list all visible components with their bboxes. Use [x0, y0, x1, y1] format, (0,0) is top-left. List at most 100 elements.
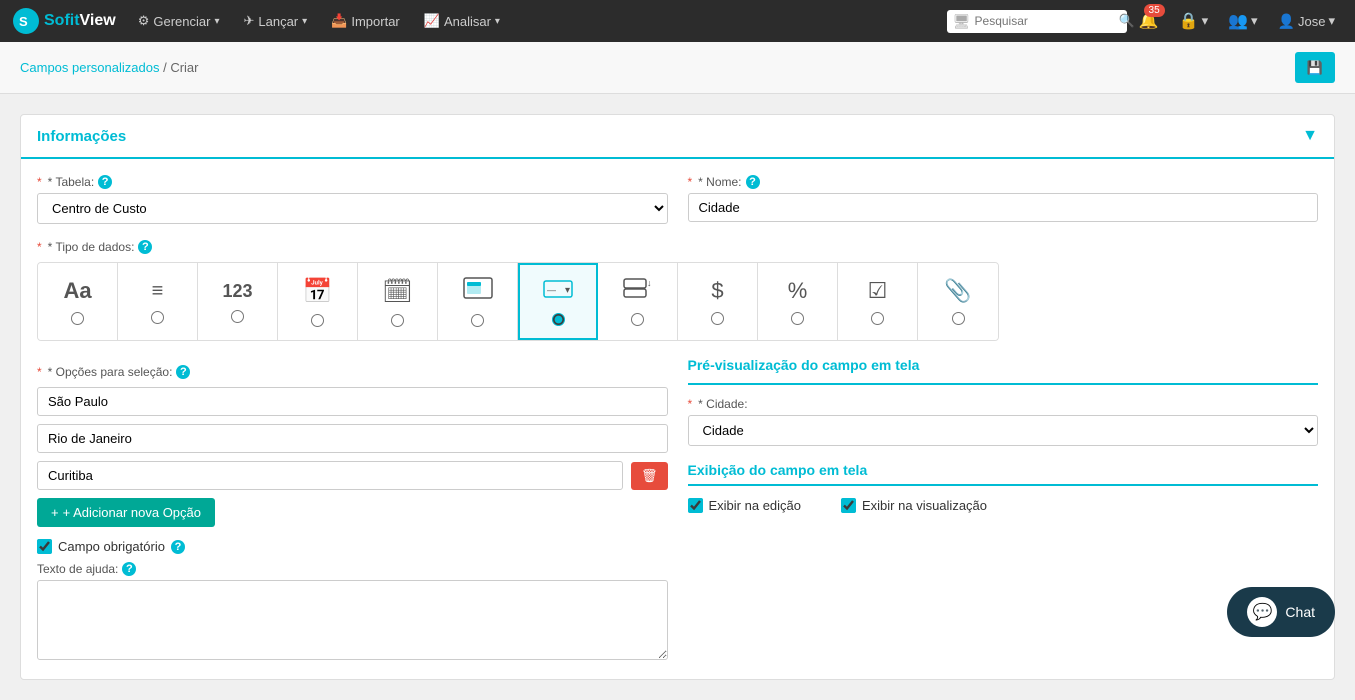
type-item-number[interactable]: 123	[198, 263, 278, 340]
preview-field-label: * * Cidade:	[688, 397, 1319, 411]
tabela-label: * * Tabela: ?	[37, 175, 668, 189]
right-col: Pré-visualização do campo em tela * * Ci…	[688, 357, 1319, 663]
type-item-date[interactable]: 📅	[278, 263, 358, 340]
type-radio-tablesel[interactable]	[471, 314, 484, 327]
options-section: * * Opções para seleção: ?	[37, 365, 668, 527]
breadcrumb-bar: Campos personalizados / Criar 💾	[0, 42, 1355, 94]
preview-section: Pré-visualização do campo em tela	[688, 357, 1319, 385]
navbar: S SofitView ⚙ Gerenciar ▾ ✈ Lançar ▾ 📥 I…	[0, 0, 1355, 42]
svg-text:—: —	[547, 285, 556, 295]
type-item-checkbox[interactable]: ☑	[838, 263, 918, 340]
lock-icon: 🔒	[1179, 11, 1199, 31]
type-item-select[interactable]: —▾	[518, 263, 598, 340]
chat-circle: 💬	[1247, 597, 1277, 627]
add-option-button[interactable]: + + Adicionar nova Opção	[37, 498, 215, 527]
delete-icon: 🗑	[641, 468, 658, 483]
type-item-table-select[interactable]	[438, 263, 518, 340]
texto-ajuda-input[interactable]	[37, 580, 668, 660]
chat-button[interactable]: 💬 Chat	[1227, 587, 1335, 637]
chart-icon: 📈	[424, 13, 440, 29]
type-multisel-icon: ↓	[623, 277, 653, 305]
type-radio-select[interactable]	[552, 313, 565, 326]
nome-help-icon[interactable]: ?	[746, 175, 760, 189]
tabela-help-icon[interactable]: ?	[98, 175, 112, 189]
campo-obrig-help-icon[interactable]: ?	[171, 540, 185, 554]
breadcrumb-parent-link[interactable]: Campos personalizados	[20, 60, 159, 75]
type-radio-longtext[interactable]	[151, 311, 164, 324]
type-item-datetime[interactable]: 🗓	[358, 263, 438, 340]
monitor-icon: 🖥	[953, 13, 971, 30]
delete-option-btn[interactable]: 🗑	[631, 462, 668, 490]
type-item-currency[interactable]: $	[678, 263, 758, 340]
nome-input[interactable]	[688, 193, 1319, 222]
svg-text:S: S	[19, 14, 28, 29]
preview-cidade-select[interactable]: Cidade São Paulo Rio de Janeiro Curitiba	[688, 415, 1319, 446]
card-header: Informações ▼	[21, 115, 1334, 159]
chevron-down-icon-3: ▾	[495, 16, 500, 27]
tabela-select[interactable]: Centro de Custo Clientes Fornecedores	[37, 193, 668, 224]
search-box: 🖥 🔍	[947, 10, 1127, 33]
users-btn[interactable]: 👥 ▾	[1220, 0, 1265, 42]
type-radio-text[interactable]	[71, 312, 84, 325]
type-radio-multisel[interactable]	[631, 313, 644, 326]
type-datetime-icon: 🗓	[382, 277, 412, 306]
brand-logo-area: S SofitView	[12, 7, 116, 35]
nav-item-gerenciar[interactable]: ⚙ Gerenciar ▾	[128, 0, 230, 42]
type-item-percent[interactable]: %	[758, 263, 838, 340]
nav-item-analisar[interactable]: 📈 Analisar ▾	[414, 0, 510, 42]
opcoes-label: * * Opções para seleção: ?	[37, 365, 668, 379]
save-button[interactable]: 💾	[1295, 52, 1335, 83]
option-input-2[interactable]	[37, 424, 668, 453]
preview-field: * * Cidade: Cidade São Paulo Rio de Jane…	[688, 397, 1319, 446]
chevron-down-icon-6: ▾	[1328, 13, 1335, 29]
type-item-longtext[interactable]: ≡	[118, 263, 198, 340]
nav-item-importar[interactable]: 📥 Importar	[321, 0, 410, 42]
collapse-icon[interactable]: ▼	[1302, 127, 1318, 145]
type-item-attachment[interactable]: 📎	[918, 263, 998, 340]
type-text-icon: Aa	[63, 278, 91, 304]
exibir-edicao-checkbox[interactable]	[688, 498, 703, 513]
card-title: Informações	[37, 128, 126, 145]
brand-text: SofitView	[44, 12, 116, 30]
type-radio-datetime[interactable]	[391, 314, 404, 327]
option-input-3[interactable]	[37, 461, 623, 490]
brand-logo-icon: S	[12, 7, 40, 35]
type-radio-percent[interactable]	[791, 312, 804, 325]
type-radio-number[interactable]	[231, 310, 244, 323]
type-radio-date[interactable]	[311, 314, 324, 327]
users-icon: 👥	[1228, 11, 1248, 31]
option-input-1[interactable]	[37, 387, 668, 416]
import-icon: 📥	[331, 13, 347, 29]
left-col: * * Opções para seleção: ?	[37, 357, 668, 663]
main-content: Informações ▼ * * Tabela: ? Centro de Cu…	[0, 94, 1355, 700]
exibir-visualizacao-checkbox[interactable]	[841, 498, 856, 513]
search-input[interactable]	[975, 14, 1115, 28]
breadcrumb-current: Criar	[170, 60, 198, 75]
nav-item-lancar[interactable]: ✈ Lançar ▾	[233, 0, 317, 42]
campo-obrigatorio-checkbox[interactable]	[37, 539, 52, 554]
svg-text:▾: ▾	[565, 285, 570, 296]
user-icon: 👤	[1278, 13, 1295, 30]
type-currency-icon: $	[711, 278, 723, 304]
option-row-1	[37, 387, 668, 416]
tipo-dados-help-icon[interactable]: ?	[138, 240, 152, 254]
texto-ajuda-section: Texto de ajuda: ?	[37, 562, 668, 663]
type-radio-attach[interactable]	[952, 312, 965, 325]
notifications-badge: 35	[1144, 4, 1165, 17]
type-item-multiselect[interactable]: ↓	[598, 263, 678, 340]
option-row-3: 🗑	[37, 461, 668, 490]
type-radio-currency[interactable]	[711, 312, 724, 325]
display-checkboxes: Exibir na edição Exibir na visualização	[688, 498, 1319, 513]
two-col-section: * * Opções para seleção: ?	[37, 357, 1318, 663]
type-date-icon: 📅	[303, 277, 333, 306]
chevron-down-icon-4: ▾	[1202, 13, 1209, 29]
texto-ajuda-help-icon[interactable]: ?	[122, 562, 136, 576]
user-menu-btn[interactable]: 👤 Jose ▾	[1270, 0, 1343, 42]
chat-label: Chat	[1285, 604, 1315, 620]
type-radio-checkbox[interactable]	[871, 312, 884, 325]
opcoes-help-icon[interactable]: ?	[176, 365, 190, 379]
notifications-btn[interactable]: 🔔 35	[1131, 0, 1167, 42]
chat-bubble-icon: 💬	[1252, 602, 1272, 622]
type-item-text[interactable]: Aa	[38, 263, 118, 340]
lock-btn[interactable]: 🔒 ▾	[1171, 0, 1216, 42]
